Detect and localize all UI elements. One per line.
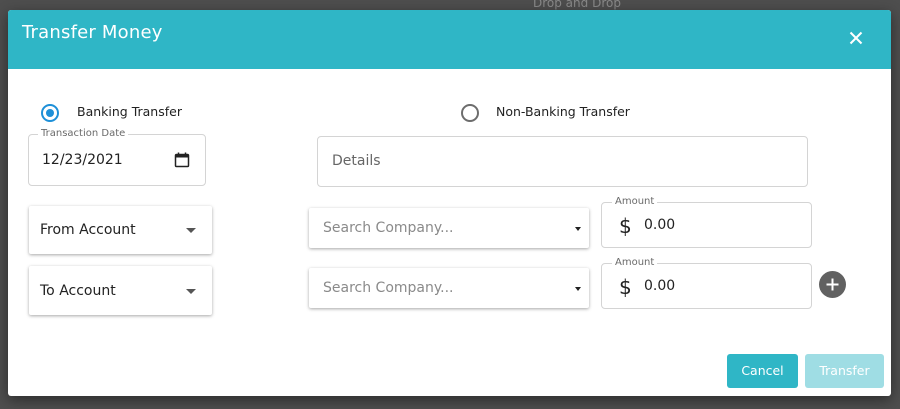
chevron-down-icon (575, 227, 581, 231)
details-field[interactable]: Details (317, 136, 808, 187)
company-search-select[interactable]: Search Company... (309, 208, 589, 248)
dialog-header: Transfer Money (8, 10, 891, 69)
from-account-select[interactable]: From Account (29, 206, 212, 254)
dialog-title: Transfer Money (22, 22, 163, 43)
dollar-icon: $ (619, 275, 632, 299)
chevron-down-icon (186, 289, 196, 294)
non-banking-transfer-label: Non-Banking Transfer (496, 104, 630, 119)
company-search-select[interactable]: Search Company... (309, 268, 589, 308)
transfer-money-dialog: Transfer Money Banking Transfer Non-Bank… (8, 10, 891, 396)
background-hint-text: Drop and Drop (533, 0, 621, 10)
transfer-button[interactable]: Transfer (805, 354, 884, 388)
dollar-icon: $ (619, 214, 632, 238)
details-placeholder: Details (332, 153, 381, 169)
to-account-select[interactable]: To Account (29, 266, 212, 315)
from-account-label: From Account (40, 222, 136, 238)
amount-value: 0.00 (644, 217, 676, 233)
company-search-placeholder: Search Company... (323, 220, 454, 236)
close-icon (849, 31, 863, 45)
banking-transfer-radio[interactable] (41, 104, 59, 122)
transaction-date-field[interactable]: Transaction Date 12/23/2021 (28, 128, 206, 186)
amount-field[interactable]: Amount $ 0.00 (601, 257, 812, 309)
cancel-button[interactable]: Cancel (727, 354, 798, 388)
transaction-date-label: Transaction Date (38, 128, 129, 140)
to-account-label: To Account (40, 283, 116, 299)
banking-transfer-label: Banking Transfer (77, 104, 182, 119)
company-search-placeholder: Search Company... (323, 280, 454, 296)
non-banking-transfer-radio[interactable] (461, 104, 479, 122)
add-row-button[interactable] (819, 271, 846, 298)
amount-value: 0.00 (644, 278, 676, 294)
amount-label: Amount (612, 257, 658, 269)
close-button[interactable] (843, 25, 869, 51)
chevron-down-icon (575, 287, 581, 291)
transaction-date-value: 12/23/2021 (42, 152, 123, 168)
calendar-icon[interactable] (174, 152, 190, 168)
amount-label: Amount (612, 196, 658, 208)
plus-icon (826, 278, 839, 291)
amount-field[interactable]: Amount $ 0.00 (601, 196, 812, 248)
chevron-down-icon (186, 228, 196, 233)
